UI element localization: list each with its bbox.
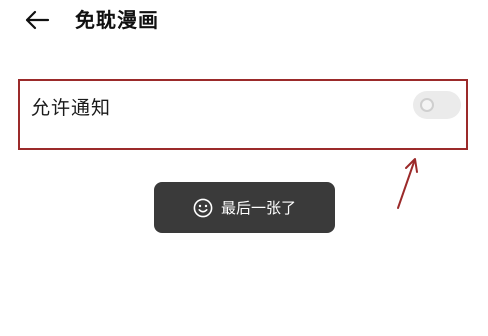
toggle-knob (420, 98, 434, 112)
back-button[interactable] (22, 6, 52, 34)
notification-setting-row: 允许通知 (18, 79, 468, 150)
smiley-icon (193, 198, 213, 218)
notification-toggle[interactable] (413, 91, 461, 119)
header-bar: 免耽漫画 (0, 0, 488, 42)
toast-text: 最后一张了 (220, 198, 296, 217)
toast-message: 最后一张了 (154, 182, 335, 233)
notification-setting-label: 允许通知 (31, 97, 112, 119)
page-title: 免耽漫画 (75, 8, 159, 32)
notification-settings-screen: 免耽漫画 允许通知 最后一张了 (0, 0, 488, 336)
red-arrow-annotation (397, 158, 418, 209)
back-arrow-icon (25, 10, 50, 30)
